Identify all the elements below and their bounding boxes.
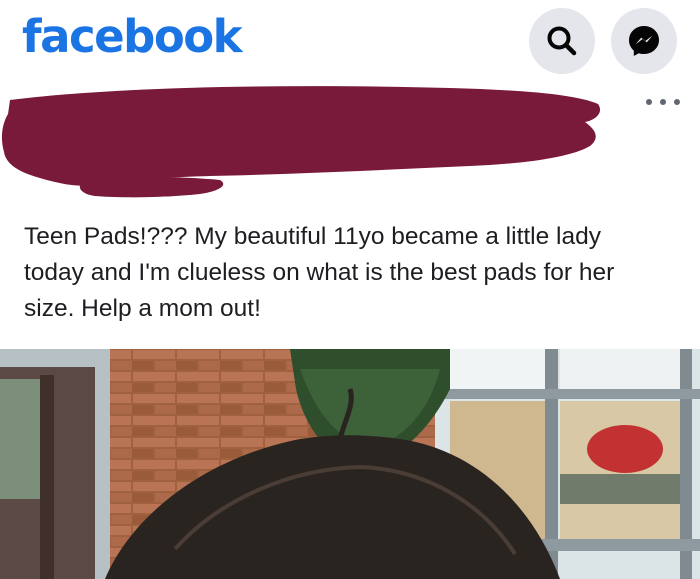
facebook-logo[interactable]: facebook [22,10,243,63]
more-dot [646,99,652,105]
more-options-button[interactable] [646,92,680,112]
post-text: Teen Pads!??? My beautiful 11yo became a… [24,223,615,322]
more-dot [674,99,680,105]
author-redaction [1,86,601,198]
more-dot [660,99,666,105]
search-icon [547,26,577,56]
post-photo[interactable] [0,349,700,579]
search-button[interactable] [529,8,595,74]
top-bar: facebook [0,0,700,82]
messenger-button[interactable] [611,8,677,74]
messenger-icon [629,26,659,56]
